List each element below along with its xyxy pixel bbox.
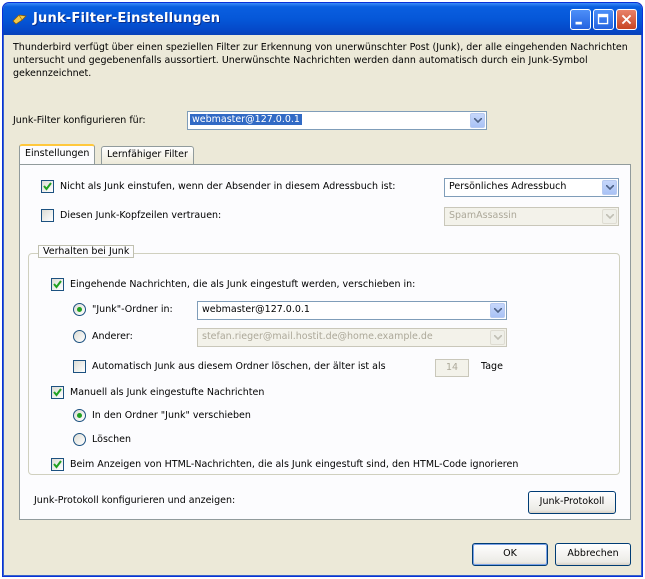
trust-headers-label: Diesen Junk-Kopfzeilen vertrauen: <box>60 210 222 221</box>
trust-headers-select[interactable]: SpamAssassin <box>444 207 619 226</box>
manual-junk-label: Manuell als Junk eingestufte Nachrichten <box>70 387 265 398</box>
window-title: Junk-Filter-Einstellungen <box>33 11 221 26</box>
log-label: Junk-Protokoll konfigurieren und anzeige… <box>34 495 236 506</box>
trust-headers-select-value: SpamAssassin <box>449 210 517 221</box>
addressbook-select-dropdown[interactable] <box>602 180 617 195</box>
behavior-group-title: Verhalten bei Junk <box>38 245 135 258</box>
trust-headers-checkbox[interactable] <box>41 209 54 222</box>
junk-folder-select[interactable]: webmaster@127.0.0.1 <box>197 301 507 320</box>
addressbook-select-value: Persönliches Adressbuch <box>449 181 567 192</box>
other-folder-label: Anderer: <box>92 331 133 342</box>
maximize-button[interactable] <box>593 9 614 30</box>
trust-headers-select-dropdown[interactable] <box>602 209 617 224</box>
thunderbird-icon <box>12 14 27 25</box>
junk-log-button[interactable]: Junk-Protokoll <box>528 491 616 514</box>
chevron-down-icon <box>494 335 502 340</box>
chevron-down-icon <box>606 214 614 219</box>
auto-delete-label: Automatisch Junk aus diesem Ordner lösch… <box>92 361 386 372</box>
dialog-window: Junk-Filter-Einstellungen Thunderbird ve… <box>2 2 643 577</box>
whitelist-checkbox[interactable] <box>41 180 54 193</box>
move-to-junk-radio[interactable] <box>73 409 86 422</box>
ignore-html-label: Beim Anzeigen von HTML-Nachrichten, die … <box>70 459 519 470</box>
minimize-button[interactable] <box>570 9 591 30</box>
ignore-html-checkbox[interactable] <box>51 458 64 471</box>
checkmark-icon <box>53 460 62 469</box>
chevron-down-icon <box>494 308 502 313</box>
delete-label: Löschen <box>92 434 131 445</box>
close-icon <box>621 14 632 25</box>
whitelist-label: Nicht als Junk einstufen, wenn der Absen… <box>60 181 396 192</box>
chevron-down-icon <box>606 185 614 190</box>
ok-button[interactable]: OK <box>472 543 548 566</box>
auto-delete-checkbox[interactable] <box>73 360 86 373</box>
other-folder-radio[interactable] <box>73 330 86 343</box>
checkmark-icon <box>53 388 62 397</box>
addressbook-select[interactable]: Persönliches Adressbuch <box>444 178 619 197</box>
account-select-value: webmaster@127.0.0.1 <box>190 114 302 125</box>
junk-folder-radio[interactable] <box>73 303 86 316</box>
cancel-button[interactable]: Abbrechen <box>555 543 631 566</box>
auto-delete-days-input[interactable]: 14 <box>435 359 469 377</box>
delete-radio[interactable] <box>73 433 86 446</box>
radio-dot <box>77 307 82 312</box>
checkmark-icon <box>53 280 62 289</box>
tab-lernfaehiger-filter[interactable]: Lernfähiger Filter <box>101 146 194 164</box>
auto-delete-unit: Tage <box>481 361 503 372</box>
manual-junk-checkbox[interactable] <box>51 386 64 399</box>
maximize-icon <box>597 13 609 25</box>
description-text: Thunderbird verfügt über einen spezielle… <box>13 42 628 79</box>
junk-folder-select-dropdown[interactable] <box>490 303 505 318</box>
title-bar[interactable]: Junk-Filter-Einstellungen <box>3 3 642 35</box>
move-incoming-checkbox[interactable] <box>51 278 64 291</box>
move-to-junk-label: In den Ordner "Junk" verschieben <box>92 410 251 421</box>
account-select[interactable]: webmaster@127.0.0.1 <box>187 111 487 130</box>
checkmark-icon <box>43 182 52 191</box>
chevron-down-icon <box>474 118 482 123</box>
account-label: Junk-Filter konfigurieren für: <box>13 115 146 126</box>
other-folder-select[interactable]: stefan.rieger@mail.hostit.de@home.exampl… <box>197 328 507 347</box>
junk-folder-label: "Junk"-Ordner in: <box>92 304 173 315</box>
tab-einstellungen[interactable]: Einstellungen <box>19 144 96 164</box>
radio-dot <box>77 413 82 418</box>
junk-folder-select-value: webmaster@127.0.0.1 <box>202 304 310 315</box>
account-select-dropdown[interactable] <box>470 113 485 128</box>
minimize-icon <box>575 21 582 25</box>
move-incoming-label: Eingehende Nachrichten, die als Junk ein… <box>70 279 416 290</box>
close-button[interactable] <box>616 9 637 30</box>
other-folder-select-dropdown[interactable] <box>490 330 505 345</box>
other-folder-select-value: stefan.rieger@mail.hostit.de@home.exampl… <box>202 331 433 342</box>
